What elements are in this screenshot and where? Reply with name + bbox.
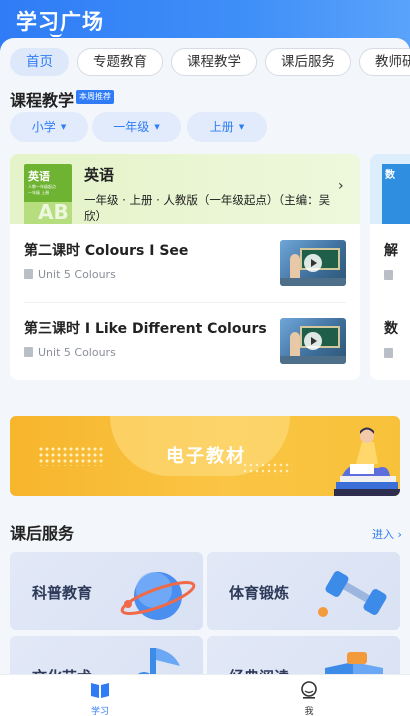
tab-special-education[interactable]: 专题教育: [77, 48, 163, 76]
play-icon: [304, 254, 322, 272]
nav-label: 我: [304, 707, 314, 716]
tile-label: 体育锻炼: [229, 584, 290, 602]
course-card-math-peek[interactable]: 数 解 数: [370, 154, 410, 380]
reading-person-illustration: [334, 427, 400, 496]
play-icon: [304, 332, 322, 350]
filter-volume-select[interactable]: 上册 ▼: [187, 112, 267, 142]
textbook-description: 一年级 · 上册 · 人教版（一年级起点）（主编：吴欣）: [84, 193, 331, 223]
bottom-nav: 学习 我: [0, 674, 410, 716]
tile-label: 经典阅读: [229, 666, 289, 674]
banner-label: 电子教材: [166, 446, 246, 467]
lesson-title: 解: [384, 243, 398, 259]
course-card-english: 英语 人教一年级起点 一年级 上册 AB 英语 一年级 · 上册 · 人教版（一年…: [10, 154, 360, 380]
title-underline: [50, 33, 62, 37]
services-more-link[interactable]: 进入 ›: [372, 526, 402, 542]
tab-course-teaching[interactable]: 课程教学: [171, 48, 257, 76]
lesson-item[interactable]: 第三课时 I Like Different Colours Unit 5 Col…: [10, 302, 360, 380]
caret-down-icon: ▼: [154, 123, 160, 131]
tab-after-school[interactable]: 课后服务: [265, 48, 351, 76]
page-title: 学习广场: [16, 10, 104, 34]
dots-decoration: [38, 446, 104, 466]
filter-volume-label: 上册: [209, 120, 234, 134]
chevron-right-icon[interactable]: ›: [338, 178, 344, 194]
tab-teacher-research[interactable]: 教师研: [359, 48, 410, 76]
lesson-video-thumbnail[interactable]: [280, 240, 346, 286]
tile-label: 科普教育: [32, 584, 93, 602]
service-tile-science[interactable]: 科普教育: [10, 552, 203, 630]
weekly-recommend-badge: 本周推荐: [76, 90, 114, 104]
e-textbook-banner[interactable]: 电子教材: [10, 416, 400, 496]
subject-name: 英语: [84, 166, 115, 184]
document-icon: [24, 347, 33, 357]
chevron-right-icon: ›: [394, 528, 402, 541]
nav-item-me[interactable]: 我: [279, 681, 339, 716]
nav-label: 学习: [90, 707, 109, 716]
service-tile-classic-reading[interactable]: 经典阅读: [207, 636, 400, 674]
nav-item-study[interactable]: 学习: [70, 681, 130, 716]
lesson-title: 第三课时 I Like Different Colours: [24, 321, 267, 337]
filter-grade-label: 一年级: [113, 120, 150, 134]
caret-down-icon: ▼: [60, 123, 67, 131]
course-card-header[interactable]: 英语 人教一年级起点 一年级 上册 AB 英语 一年级 · 上册 · 人教版（一年…: [10, 154, 360, 224]
category-tabs: 首页 专题教育 课程教学 课后服务 教师研: [10, 48, 410, 78]
lesson-title: 第二课时 Colours I See: [24, 243, 189, 259]
planet-icon: [120, 572, 196, 620]
caret-down-icon: ▼: [238, 123, 245, 131]
service-tile-sports[interactable]: 体育锻炼: [207, 552, 400, 630]
filter-stage-label: 小学: [31, 120, 56, 134]
dots-decoration: [242, 462, 292, 476]
lesson-title: 数: [384, 321, 398, 337]
document-icon: [384, 270, 393, 280]
document-icon: [384, 348, 393, 358]
lesson-video-thumbnail[interactable]: [280, 318, 346, 364]
cover-letters: AB: [38, 200, 69, 224]
textbook-cover-image: 英语 人教一年级起点 一年级 上册 AB: [24, 164, 72, 224]
service-tile-culture-art[interactable]: 文化艺术: [10, 636, 203, 674]
course-section-title: 课程教学: [10, 91, 75, 110]
main-content: 首页 专题教育 课程教学 课后服务 教师研 课程教学 本周推荐 小学 ▼ 一年级 ▼ 上册 ▼ 英…: [0, 38, 410, 674]
tab-home[interactable]: 首页: [10, 48, 69, 76]
lesson-unit: Unit 5 Colours: [24, 268, 116, 281]
tile-label: 文化艺术: [32, 666, 92, 674]
dumbbell-icon: [318, 571, 387, 617]
lesson-item[interactable]: 第二课时 Colours I See Unit 5 Colours: [10, 224, 360, 302]
document-icon: [24, 269, 33, 279]
services-section-title: 课后服务: [10, 524, 75, 543]
music-note-icon: [138, 648, 180, 674]
filter-grade-select[interactable]: 一年级 ▼: [92, 112, 181, 142]
filter-bar: 小学 ▼ 一年级 ▼ 上册 ▼: [10, 112, 271, 142]
filter-stage-select[interactable]: 小学 ▼: [10, 112, 88, 142]
book-open-icon: [91, 683, 109, 698]
cover-subtitle: 人教一年级起点 一年级 上册: [28, 184, 56, 195]
user-profile-icon: [301, 681, 317, 699]
cover-title: 英语: [28, 170, 50, 183]
lesson-unit: Unit 5 Colours: [24, 346, 116, 359]
cover-title: 数: [385, 170, 395, 181]
book-icon: [325, 652, 383, 674]
